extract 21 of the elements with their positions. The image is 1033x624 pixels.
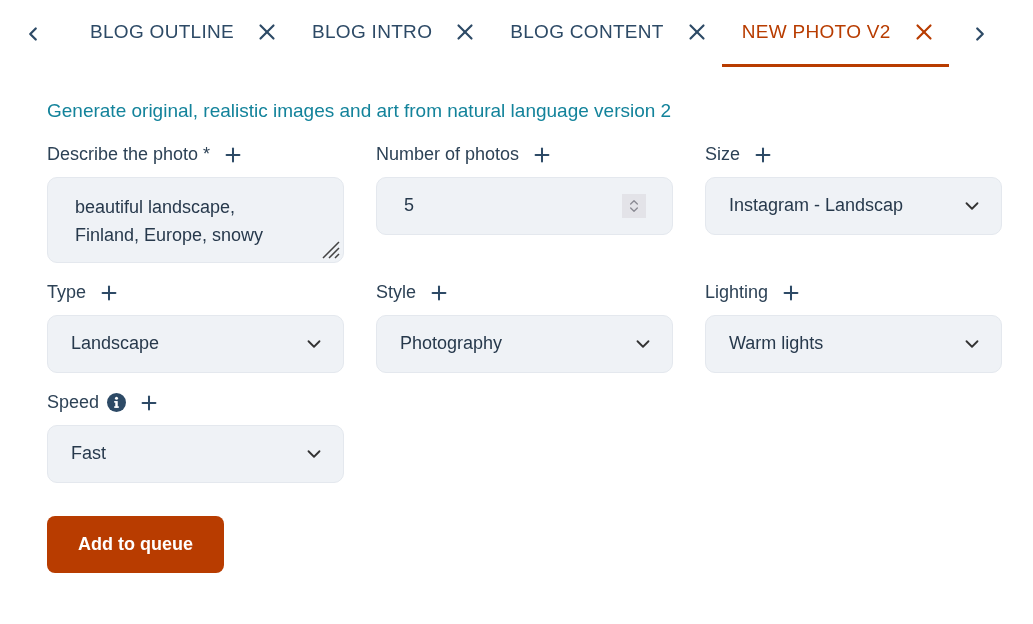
field-label: Speed — [47, 391, 100, 414]
select-dropdown[interactable]: Warm lights — [705, 314, 1002, 373]
select-dropdown[interactable]: Instagram - Landscap — [705, 176, 1002, 235]
add-to-queue-button[interactable]: Add to queue — [47, 515, 224, 573]
field-label: Type — [47, 281, 87, 304]
field-label: Number of photos — [376, 143, 520, 166]
tab[interactable]: BLOG CONTENT — [490, 0, 722, 67]
field-label: Style — [376, 281, 417, 304]
field-label: Lighting — [705, 281, 769, 304]
field-label: Describe the photo * — [47, 143, 211, 166]
field-label: Size — [705, 143, 740, 166]
tab[interactable]: NEW PHOTO V2 — [721, 0, 949, 67]
tab[interactable]: BLOG INTRO — [292, 0, 491, 67]
select-dropdown[interactable]: Landscape — [47, 314, 344, 373]
subtitle: Generate original, realistic images and art from natural language version 2 — [47, 99, 673, 123]
number-input[interactable]: 5 — [376, 176, 673, 235]
select-dropdown[interactable]: Photography — [376, 314, 673, 373]
info-icon[interactable] — [107, 393, 127, 412]
description-textarea[interactable]: beautiful landscape, Finland, Europe, snowy — [47, 176, 344, 263]
tab[interactable]: BLOG OUTLINE — [70, 0, 293, 67]
select-dropdown[interactable]: Fast — [47, 424, 344, 483]
